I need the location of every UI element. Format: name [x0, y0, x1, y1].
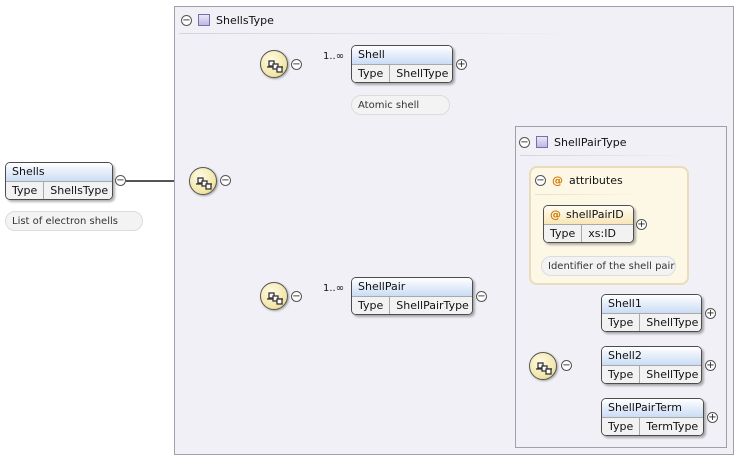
element-name: Shell	[352, 46, 452, 64]
type-row: Type ShellPairType	[352, 296, 472, 314]
element-shellpair[interactable]: ShellPair Type ShellPairType	[351, 277, 473, 315]
collapse-toggle-shells[interactable]: −	[115, 175, 126, 186]
complex-type-icon	[536, 136, 548, 148]
expand-toggle-shell[interactable]: +	[456, 59, 467, 70]
element-name: Shell1	[602, 295, 701, 313]
element-name: Shell2	[602, 347, 701, 365]
element-name: ShellPairTerm	[602, 399, 703, 417]
element-name: ShellPair	[352, 278, 472, 296]
expand-toggle-shell1[interactable]: +	[705, 308, 716, 319]
sequence-icon[interactable]	[260, 282, 288, 310]
collapse-toggle-seq-shellpairtype[interactable]: −	[561, 360, 572, 371]
element-shell[interactable]: Shell Type ShellType	[351, 45, 453, 83]
type-key: Type	[544, 225, 583, 242]
attributes-divider	[535, 194, 645, 195]
sequence-icon[interactable]	[260, 50, 288, 78]
attribute-shellpairid[interactable]: @ shellPairID Type xs:ID	[543, 205, 634, 243]
attribute-name: shellPairID	[566, 208, 624, 221]
collapse-toggle-seq-shellpair[interactable]: −	[291, 291, 302, 302]
element-name: Shells	[6, 163, 112, 181]
type-key: Type	[352, 297, 391, 314]
attributes-header: − @ attributes	[535, 174, 623, 187]
element-shellpairterm[interactable]: ShellPairTerm Type TermType	[601, 398, 704, 436]
doc-shells: List of electron shells	[5, 211, 143, 231]
element-shells[interactable]: Shells Type ShellsType	[5, 162, 113, 200]
doc-shellpairid: Identifier of the shell pair	[541, 256, 676, 276]
type-row: Type TermType	[602, 417, 703, 435]
type-row: Type ShellsType	[6, 181, 112, 199]
expand-toggle-shellpairterm[interactable]: +	[707, 412, 718, 423]
collapse-toggle-shellpair[interactable]: −	[476, 291, 487, 302]
header-divider	[520, 155, 690, 156]
type-key: Type	[602, 418, 641, 435]
collapse-toggle-attributes[interactable]: −	[535, 175, 546, 186]
doc-shell: Atomic shell	[351, 95, 450, 115]
collapse-toggle-seq-root[interactable]: −	[220, 175, 231, 186]
attribute-icon: @	[550, 208, 561, 221]
type-key: Type	[6, 182, 45, 199]
attribute-icon: @	[552, 174, 563, 187]
element-shell1[interactable]: Shell1 Type ShellType	[601, 294, 702, 332]
type-value: xs:ID	[588, 227, 616, 240]
type-key: Type	[352, 65, 391, 82]
complex-type-title: ShellPairType	[554, 135, 627, 149]
type-value: ShellType	[646, 316, 699, 329]
type-key: Type	[602, 366, 641, 383]
type-row: Type xs:ID	[544, 224, 633, 242]
cardinality-shell: 1..∞	[323, 51, 345, 62]
type-value: ShellType	[396, 67, 449, 80]
complex-type-title: ShellsType	[216, 13, 274, 27]
complex-type-icon	[198, 14, 210, 26]
type-value: TermType	[646, 420, 699, 433]
expand-toggle-shellpairid[interactable]: +	[636, 219, 647, 230]
sequence-icon[interactable]	[189, 167, 217, 195]
type-key: Type	[602, 314, 641, 331]
collapse-toggle-shellstype[interactable]: −	[181, 14, 192, 26]
type-row: Type ShellType	[602, 365, 701, 383]
header-divider	[179, 33, 599, 34]
expand-toggle-shell2[interactable]: +	[705, 360, 716, 371]
complex-type-header: − ShellsType	[181, 13, 274, 27]
attribute-name-row: @ shellPairID	[544, 206, 633, 224]
collapse-toggle-shellpairtype[interactable]: −	[519, 136, 530, 148]
attributes-label: attributes	[569, 174, 623, 187]
cardinality-shellpair: 1..∞	[323, 283, 345, 294]
element-shell2[interactable]: Shell2 Type ShellType	[601, 346, 702, 384]
type-row: Type ShellType	[352, 64, 452, 82]
type-value: ShellsType	[50, 184, 109, 197]
sequence-icon[interactable]	[529, 352, 557, 380]
collapse-toggle-seq-shell[interactable]: −	[291, 59, 302, 70]
type-value: ShellPairType	[396, 299, 469, 312]
type-value: ShellType	[646, 368, 699, 381]
complex-type-header: − ShellPairType	[519, 135, 627, 149]
type-row: Type ShellType	[602, 313, 701, 331]
